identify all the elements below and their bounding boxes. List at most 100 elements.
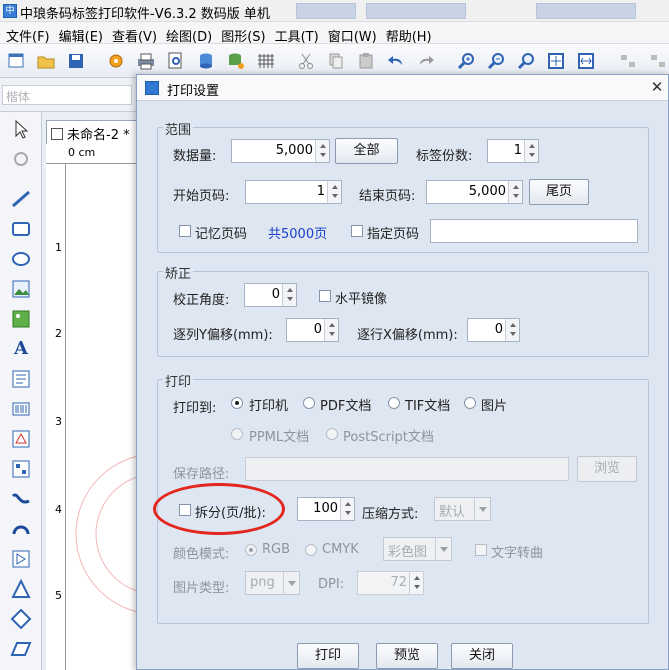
chevron-down-icon[interactable] [283,572,299,594]
settings-gear-icon[interactable] [106,51,126,71]
color-image-select[interactable]: 彩色图 [383,537,452,561]
start-page-stepper[interactable]: 1 [245,180,342,204]
close-icon[interactable]: ✕ [645,76,669,98]
print-to-pdf-radio[interactable] [303,397,315,409]
x-offset-stepper[interactable]: 0 [467,318,520,342]
menu-window[interactable]: 窗口(W) [322,22,380,45]
stepper-arrows-icon[interactable] [505,319,519,341]
save-path-input[interactable] [245,457,569,481]
line-tool-icon[interactable] [10,188,32,210]
split-stepper[interactable]: 100 [297,497,355,521]
parallelogram-tool-icon[interactable] [10,638,32,660]
grid-icon[interactable] [256,51,276,71]
stepper-arrows-icon[interactable] [282,284,296,306]
stepper-arrows-icon[interactable] [327,181,341,203]
triangle-tool-icon[interactable] [10,578,32,600]
fit-width-icon[interactable] [576,51,596,71]
data-quantity-stepper[interactable]: 5,000 [231,139,330,163]
stepper-arrows-icon[interactable] [324,319,338,341]
image-type-select[interactable]: png [245,571,300,595]
align-icon[interactable] [618,51,638,71]
image-tool-icon[interactable] [10,278,32,300]
print-to-postscript-radio[interactable] [326,428,338,440]
browse-button[interactable]: 浏览 [577,456,637,482]
zoom-in-icon[interactable] [456,51,476,71]
rectangle-tool-icon[interactable] [10,218,32,240]
compress-select[interactable]: 默认 [434,497,491,521]
compress-value: 默认 [439,505,466,520]
y-offset-stepper[interactable]: 0 [286,318,339,342]
qr-code-tool-icon[interactable] [10,458,32,480]
menu-view[interactable]: 查看(V) [106,22,160,45]
dpi-stepper[interactable]: 72 [357,571,424,595]
title-bar: 中 中琅条码标签打印软件-V6.3.2 数码版 单机 [0,0,669,22]
stepper-arrows-icon[interactable] [508,181,522,203]
text-to-curve-checkbox[interactable] [475,544,487,556]
text-tool-icon[interactable]: A [10,338,32,360]
close-button[interactable]: 关闭 [451,643,513,669]
chevron-down-icon[interactable] [474,498,490,520]
color-cmyk-radio[interactable] [305,544,317,556]
database-settings-icon[interactable] [226,51,246,71]
correction-group-label: 矫正 [163,263,194,282]
select-pointer-icon[interactable] [10,118,32,140]
remember-page-checkbox[interactable] [179,225,191,237]
open-folder-icon[interactable] [36,51,56,71]
distribute-icon[interactable] [648,51,668,71]
print-preview-icon[interactable] [166,51,186,71]
diamond-tool-icon[interactable] [10,608,32,630]
print-to-image-radio[interactable] [464,397,476,409]
barcode-tool-icon[interactable] [10,398,32,420]
end-page-stepper[interactable]: 5,000 [426,180,523,204]
font-family-input[interactable]: 楷体 [2,85,132,105]
all-button[interactable]: 全部 [335,138,398,164]
angle-stepper[interactable]: 0 [244,283,297,307]
specify-page-input[interactable] [430,219,638,243]
shape-tool-icon[interactable] [10,428,32,450]
print-to-ppml-radio[interactable] [231,428,243,440]
paste-icon[interactable] [356,51,376,71]
stepper-arrows-icon[interactable] [315,140,329,162]
menu-help[interactable]: 帮助(H) [380,22,435,45]
chevron-down-icon[interactable] [435,538,451,560]
polyline-tool-icon[interactable] [10,548,32,570]
copy-icon[interactable] [326,51,346,71]
menu-draw[interactable]: 绘图(D) [160,22,215,45]
stepper-arrows-icon[interactable] [409,572,423,594]
rich-text-tool-icon[interactable] [10,368,32,390]
menu-edit[interactable]: 编辑(E) [53,22,106,45]
cut-icon[interactable] [296,51,316,71]
ellipse-tool-icon[interactable] [10,248,32,270]
stepper-arrows-icon[interactable] [340,498,354,520]
preview-button[interactable]: 预览 [376,643,438,669]
document-tab[interactable]: 未命名-2 * [46,120,142,144]
label-canvas[interactable] [66,164,146,670]
print-to-printer-radio[interactable] [231,397,243,409]
label-copies-stepper[interactable]: 1 [487,139,539,163]
picture-tool-icon[interactable] [10,308,32,330]
color-rgb-radio[interactable] [245,544,257,556]
arc-tool-icon[interactable] [10,518,32,540]
horizontal-mirror-checkbox[interactable] [319,290,331,302]
undo-icon[interactable] [386,51,406,71]
color-cmyk-label: CMYK [322,542,359,557]
print-icon[interactable] [136,51,156,71]
specify-page-checkbox[interactable] [351,225,363,237]
stepper-arrows-icon[interactable] [524,140,538,162]
print-button[interactable]: 打印 [297,643,359,669]
rotate-icon[interactable] [10,148,32,170]
menu-tools[interactable]: 工具(T) [269,22,322,45]
menu-bar: 文件(F) 编辑(E) 查看(V) 绘图(D) 图形(S) 工具(T) 窗口(W… [0,22,669,45]
zoom-out-icon[interactable] [486,51,506,71]
database-icon[interactable] [196,51,216,71]
menu-shape[interactable]: 图形(S) [215,22,268,45]
print-to-tif-radio[interactable] [388,397,400,409]
curve-tool-icon[interactable] [10,488,32,510]
fit-page-icon[interactable] [546,51,566,71]
zoom-fit-icon[interactable] [516,51,536,71]
redo-icon[interactable] [416,51,436,71]
menu-file[interactable]: 文件(F) [0,22,53,45]
last-page-button[interactable]: 尾页 [529,179,589,205]
save-icon[interactable] [66,51,86,71]
new-file-icon[interactable] [6,51,26,71]
